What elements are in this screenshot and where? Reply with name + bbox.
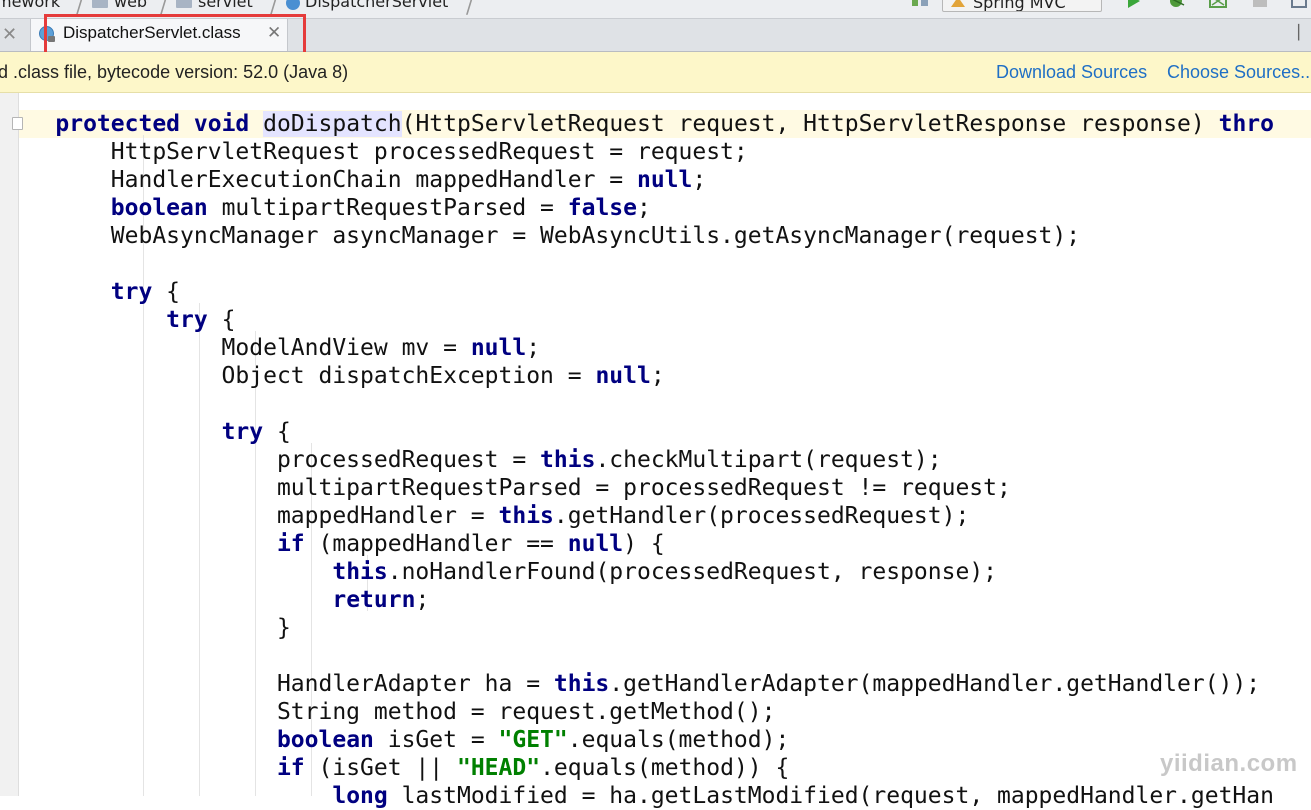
code-editor[interactable]: protected void doDispatch(HttpServletReq… [0, 93, 1311, 809]
code-line: String method = request.getMethod(); [0, 699, 776, 725]
keyword: false [567, 195, 637, 221]
code-line: processedRequest = this.checkMultipart(r… [0, 447, 942, 473]
keyword: thro [1218, 111, 1274, 137]
keyword: null [470, 335, 527, 361]
breadcrumb-label: DispatcherServlet [305, 0, 449, 11]
method-name: doDispatch [263, 111, 402, 137]
keyword: null [636, 167, 693, 193]
breadcrumb-item[interactable]: mework [0, 0, 60, 11]
stop-icon[interactable] [1250, 0, 1270, 8]
keyword: long [332, 783, 388, 809]
code-line: } [0, 615, 291, 641]
code-line: if (isGet || "HEAD".equals(method)) { [276, 755, 790, 781]
keyword: try [221, 419, 264, 445]
keyword: boolean [110, 195, 208, 221]
breadcrumb-label: servlet [198, 0, 253, 11]
run-configuration-select[interactable]: Spring MVC [942, 0, 1102, 12]
spring-icon [951, 0, 965, 7]
notice-message: d .class file, bytecode version: 52.0 (J… [0, 62, 349, 82]
code-line: ModelAndView mv = null; [0, 335, 541, 361]
class-icon [286, 0, 300, 10]
breadcrumb-item[interactable]: DispatcherServlet [286, 0, 448, 11]
run-icon[interactable] [1124, 0, 1144, 8]
keyword: this [553, 671, 610, 697]
keyword: if [276, 755, 305, 781]
keyword: this [332, 559, 388, 585]
code-line: if (mappedHandler == null) { [276, 531, 665, 557]
keyword: this [540, 447, 596, 473]
breadcrumb-separator: / [466, 0, 473, 18]
keyword: null [567, 531, 624, 557]
watermark: yiidian.com [1160, 750, 1298, 777]
code-line: boolean multipartRequestParsed = false; [110, 195, 651, 221]
code-line: boolean isGet = "GET".equals(method); [276, 727, 790, 753]
folder-icon [176, 0, 192, 8]
code-line: mappedHandler = this.getHandler(processe… [0, 503, 970, 529]
debug-icon[interactable] [1166, 0, 1186, 8]
download-sources-link[interactable]: Download Sources [996, 62, 1147, 83]
choose-sources-link[interactable]: Choose Sources... [1167, 62, 1311, 83]
code-line: multipartRequestParsed = processedReques… [0, 475, 1011, 501]
folder-icon [92, 0, 108, 8]
keyword: try [110, 279, 153, 305]
code-line: Object dispatchException = null; [0, 363, 665, 389]
code-line: return; [332, 587, 430, 613]
build-icon[interactable] [910, 0, 930, 8]
code-line: protected void doDispatch(HttpServletReq… [55, 111, 1274, 137]
project-structure-icon[interactable] [1290, 0, 1310, 8]
keyword: this [498, 503, 554, 529]
tab-list-icon[interactable]: ▏ [1298, 25, 1309, 41]
code-line: WebAsyncManager asyncManager = WebAsyncU… [0, 223, 1081, 249]
keyword: null [595, 363, 651, 389]
code-content: protected void doDispatch(HttpServletReq… [0, 110, 1274, 810]
keyword: if [276, 531, 305, 557]
code-line: long lastModified = ha.getLastModified(r… [332, 783, 1274, 809]
keyword: return [332, 587, 416, 613]
string-literal: "HEAD" [456, 755, 541, 781]
keyword: void [193, 111, 250, 137]
keyword: boolean [276, 727, 374, 753]
breadcrumb-item[interactable]: web [92, 0, 147, 11]
code-line: this.noHandlerFound(processedRequest, re… [332, 559, 998, 585]
keyword: protected [55, 111, 181, 137]
keyword: try [166, 307, 208, 333]
code-line: try { [110, 279, 181, 305]
code-line: try { [166, 307, 236, 333]
decompiled-notice-bar: d .class file, bytecode version: 52.0 (J… [0, 52, 1311, 93]
string-literal: "GET" [498, 727, 568, 753]
run-configuration-label: Spring MVC [973, 0, 1066, 12]
code-line: HandlerAdapter ha = this.getHandlerAdapt… [0, 671, 1261, 697]
code-line: HttpServletRequest processedRequest = re… [0, 139, 748, 165]
code-line: HandlerExecutionChain mappedHandler = nu… [0, 167, 707, 193]
code-line: try { [221, 419, 291, 445]
close-icon[interactable]: ✕ [2, 24, 17, 45]
breadcrumb-label: web [114, 0, 148, 11]
breadcrumb-item[interactable]: servlet [176, 0, 253, 11]
coverage-icon[interactable] [1208, 0, 1228, 8]
